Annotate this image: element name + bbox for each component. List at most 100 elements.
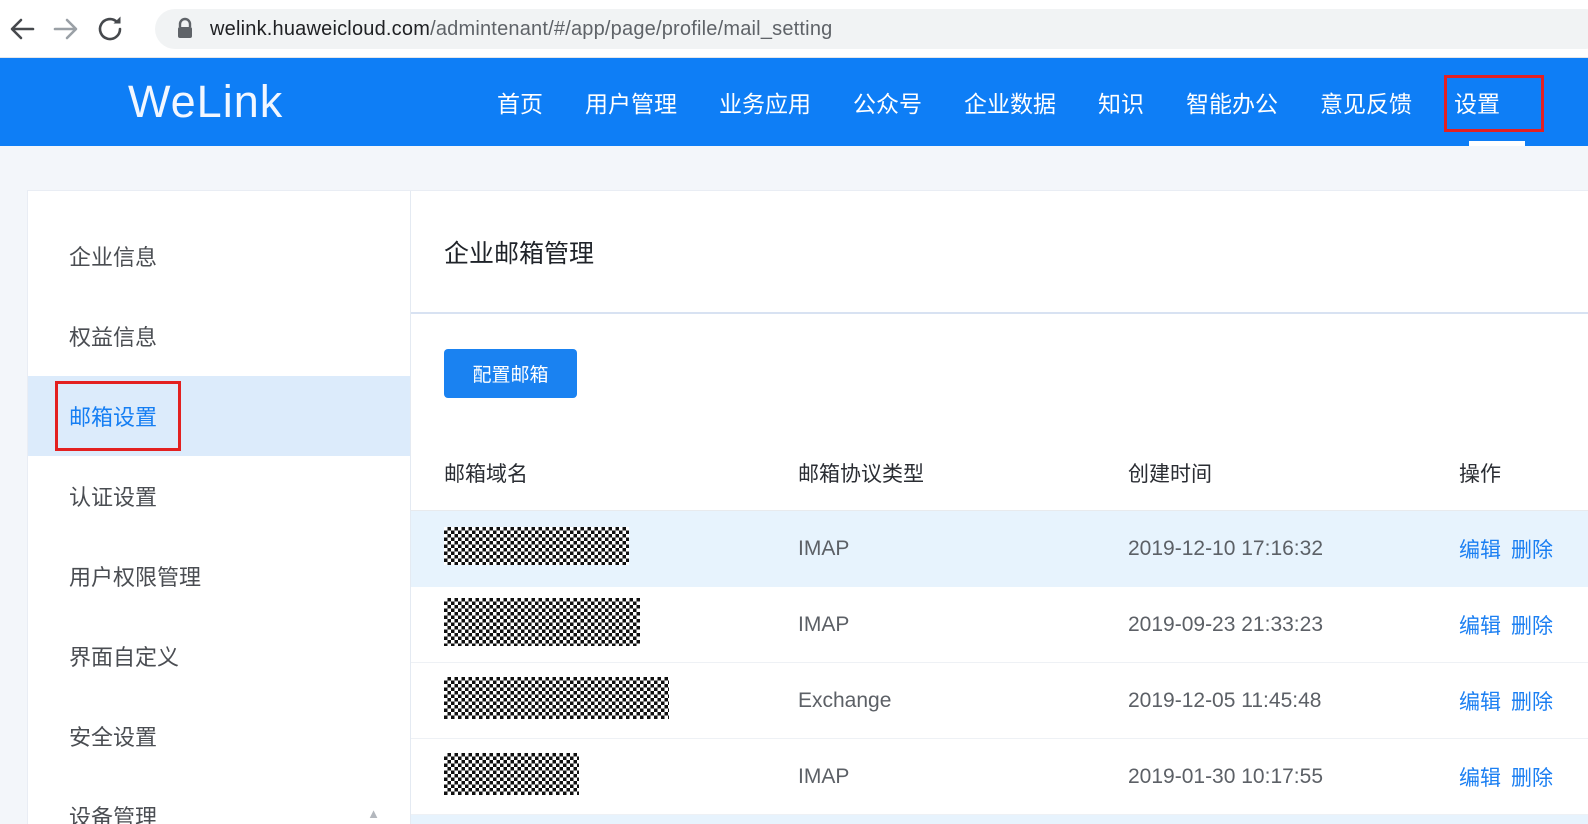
cell-protocol: Exchange — [798, 689, 1128, 713]
nav-item-label: 业务应用 — [719, 85, 811, 119]
url-bar[interactable]: welink.huaweicloud.com/admintenant/#/app… — [155, 9, 1588, 49]
col-header-actions: 操作 — [1459, 458, 1588, 488]
table-row: IMAP2019-01-30 10:17:55编辑删除 — [411, 739, 1588, 815]
sidebar-item-label-wrap: 用户权限管理 — [69, 560, 201, 592]
sidebar-item-device-management[interactable]: 设备管理 — [28, 776, 410, 824]
sidebar-item-label: 权益信息 — [69, 325, 157, 350]
forward-icon — [51, 14, 81, 44]
back-button[interactable] — [0, 7, 44, 51]
sidebar-item-security-settings[interactable]: 安全设置 — [28, 696, 410, 776]
table-row: IMAP2019-12-10 17:16:32编辑删除 — [411, 511, 1588, 587]
nav-item-label: 首页 — [497, 85, 543, 119]
url-domain: welink.huaweicloud.com — [210, 18, 430, 40]
url-text: welink.huaweicloud.com/admintenant/#/app… — [210, 18, 832, 41]
nav-item-knowledge[interactable]: 知识 — [1098, 58, 1144, 146]
scroll-up-icon[interactable]: ▲ — [367, 806, 380, 821]
nav-item-user-management[interactable]: 用户管理 — [585, 58, 677, 146]
page-body: 企业信息权益信息邮箱设置认证设置用户权限管理界面自定义安全设置设备管理 ▲ 企业邮… — [0, 146, 1588, 824]
edit-link[interactable]: 编辑 — [1459, 534, 1501, 564]
cell-protocol: IMAP — [798, 537, 1128, 561]
cell-created: 2019-12-10 17:16:32 — [1128, 537, 1459, 561]
mailbox-table: 邮箱域名 邮箱协议类型 创建时间 操作 IMAP2019-12-10 17:16… — [411, 436, 1588, 824]
table-row: Exchange2019-12-05 11:45:48编辑删除 — [411, 663, 1588, 739]
welink-logo: WeLink — [128, 76, 283, 128]
nav-item-feedback[interactable]: 意见反馈 — [1320, 58, 1412, 146]
redacted-domain — [444, 598, 640, 646]
sidebar-item-mail-settings[interactable]: 邮箱设置 — [28, 376, 410, 456]
sidebar-item-label: 设备管理 — [69, 805, 157, 824]
edit-link[interactable]: 编辑 — [1459, 762, 1501, 792]
sidebar-item-label-wrap: 企业信息 — [69, 240, 157, 272]
cell-actions: 编辑删除 — [1459, 762, 1588, 792]
sidebar-item-auth-settings[interactable]: 认证设置 — [28, 456, 410, 536]
sidebar-item-enterprise-info[interactable]: 企业信息 — [28, 216, 410, 296]
delete-link[interactable]: 删除 — [1511, 762, 1553, 792]
cell-domain — [411, 753, 798, 801]
delete-link[interactable]: 删除 — [1511, 686, 1553, 716]
settings-sidebar: 企业信息权益信息邮箱设置认证设置用户权限管理界面自定义安全设置设备管理 ▲ — [28, 191, 411, 824]
sidebar-item-label-wrap: 安全设置 — [69, 720, 157, 752]
nav-item-official-account[interactable]: 公众号 — [853, 58, 922, 146]
sidebar-item-label: 企业信息 — [69, 245, 157, 270]
url-path: /admintenant/#/app/page/profile/mail_set… — [430, 18, 832, 40]
cell-actions: 编辑删除 — [1459, 686, 1588, 716]
sidebar-item-ui-customization[interactable]: 界面自定义 — [28, 616, 410, 696]
sidebar-item-label: 邮箱设置 — [69, 405, 157, 430]
redacted-domain — [444, 677, 669, 719]
forward-button[interactable] — [44, 7, 88, 51]
nav-item-business-apps[interactable]: 业务应用 — [719, 58, 811, 146]
nav-item-enterprise-data[interactable]: 企业数据 — [964, 58, 1056, 146]
table-row: IMAP2019-09-23 21:33:23编辑删除 — [411, 587, 1588, 663]
cell-protocol: IMAP — [798, 765, 1128, 789]
col-header-domain: 邮箱域名 — [411, 458, 798, 488]
cell-protocol: IMAP — [798, 613, 1128, 637]
edit-link[interactable]: 编辑 — [1459, 610, 1501, 640]
configure-mailbox-button[interactable]: 配置邮箱 — [444, 349, 577, 398]
redacted-domain — [444, 527, 629, 565]
cell-domain — [411, 677, 798, 725]
delete-link[interactable]: 删除 — [1511, 610, 1553, 640]
lock-icon — [175, 16, 195, 42]
redacted-domain — [444, 753, 579, 795]
cell-created: 2019-09-23 21:33:23 — [1128, 613, 1459, 637]
browser-chrome: welink.huaweicloud.com/admintenant/#/app… — [0, 0, 1588, 58]
cell-created: 2019-01-30 10:17:55 — [1128, 765, 1459, 789]
screen: welink.huaweicloud.com/admintenant/#/app… — [0, 0, 1588, 824]
nav-item-label: 意见反馈 — [1320, 85, 1412, 119]
sidebar-item-user-permission-management[interactable]: 用户权限管理 — [28, 536, 410, 616]
cell-domain — [411, 598, 798, 652]
nav-item-smart-office[interactable]: 智能办公 — [1186, 58, 1278, 146]
edit-link[interactable]: 编辑 — [1459, 686, 1501, 716]
reload-button[interactable] — [88, 7, 132, 51]
nav-item-home[interactable]: 首页 — [497, 58, 543, 146]
cell-created: 2019-12-05 11:45:48 — [1128, 689, 1459, 713]
nav-item-label: 知识 — [1098, 85, 1144, 119]
main-panel: 企业邮箱管理 配置邮箱 邮箱域名 邮箱协议类型 创建时间 操作 IMAP2019… — [411, 191, 1588, 824]
col-header-protocol: 邮箱协议类型 — [798, 458, 1128, 488]
title-row: 企业邮箱管理 — [411, 191, 1588, 314]
sidebar-item-label: 界面自定义 — [69, 645, 179, 670]
back-icon — [7, 14, 37, 44]
nav-item-label: 公众号 — [853, 85, 922, 119]
sidebar-item-label: 认证设置 — [69, 485, 157, 510]
sidebar-item-label: 用户权限管理 — [69, 565, 201, 590]
sidebar-item-label-wrap: 界面自定义 — [69, 640, 179, 672]
app-header: WeLink 首页 用户管理 业务应用 公众号 企业数据 知识 智能办公 意见反馈 设置 — [0, 58, 1588, 146]
delete-link[interactable]: 删除 — [1511, 534, 1553, 564]
sidebar-item-label-wrap: 认证设置 — [69, 480, 157, 512]
cell-domain — [411, 527, 798, 571]
sidebar-item-label-wrap: 邮箱设置 — [69, 400, 157, 432]
reload-icon — [95, 14, 125, 44]
content-card: 企业信息权益信息邮箱设置认证设置用户权限管理界面自定义安全设置设备管理 ▲ 企业邮… — [27, 190, 1588, 824]
sidebar-item-rights-info[interactable]: 权益信息 — [28, 296, 410, 376]
button-row: 配置邮箱 — [411, 314, 1588, 398]
table-row-partial — [411, 815, 1588, 824]
cell-actions: 编辑删除 — [1459, 610, 1588, 640]
sidebar-item-label-wrap: 权益信息 — [69, 320, 157, 352]
top-nav: 首页 用户管理 业务应用 公众号 企业数据 知识 智能办公 意见反馈 设置 — [497, 58, 1500, 146]
nav-item-settings[interactable]: 设置 — [1454, 58, 1500, 146]
col-header-created: 创建时间 — [1128, 458, 1459, 488]
cell-actions: 编辑删除 — [1459, 534, 1588, 564]
table-header: 邮箱域名 邮箱协议类型 创建时间 操作 — [411, 436, 1588, 511]
nav-item-label: 设置 — [1454, 85, 1500, 119]
